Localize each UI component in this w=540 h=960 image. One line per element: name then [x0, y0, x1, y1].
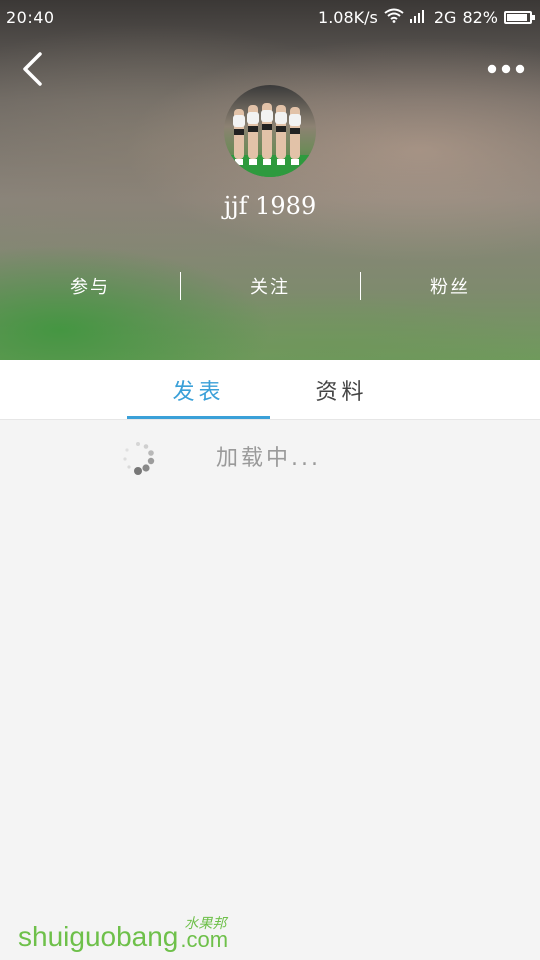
status-time: 20:40	[6, 8, 55, 27]
watermark-side: 水果邦 .com	[180, 909, 240, 953]
stat-following[interactable]: 关注	[180, 268, 360, 304]
battery-fill	[507, 14, 527, 21]
avatar[interactable]	[224, 85, 316, 177]
network-speed: 1.08K/s	[318, 8, 378, 27]
battery-percent: 82%	[462, 8, 498, 27]
tab-active-indicator	[127, 416, 270, 419]
battery-tip	[532, 15, 535, 20]
stat-followers[interactable]: 粉丝	[360, 268, 540, 304]
avatar-image	[224, 85, 316, 177]
stat-followers-label: 粉丝	[430, 277, 470, 298]
profile-tabs: 发表 资料	[0, 360, 540, 420]
more-dots-icon	[487, 64, 525, 74]
status-bar: 20:40 1.08K/s 2G 82%	[0, 0, 540, 36]
back-button[interactable]	[14, 48, 54, 90]
status-indicators: 1.08K/s 2G 82%	[318, 8, 535, 27]
watermark-main: shuiguobang	[18, 921, 179, 952]
loading-text: 加载中...	[216, 446, 321, 471]
stat-following-label: 关注	[250, 277, 290, 298]
stats-bar: 参与 关注 粉丝	[0, 268, 540, 304]
chevron-left-icon	[23, 52, 42, 86]
signal-icon	[409, 8, 428, 27]
loading-spinner-icon	[118, 438, 158, 478]
battery-icon	[504, 11, 535, 24]
username: jjf 1989	[223, 192, 317, 220]
wifi-icon	[384, 8, 404, 27]
stat-divider	[360, 272, 361, 300]
stat-divider	[180, 272, 181, 300]
stat-participate[interactable]: 参与	[0, 268, 180, 304]
loading-indicator: 加载中...	[0, 432, 540, 480]
profile-screen: 20:40 1.08K/s 2G 82% jjf 1989 参与 关注 粉丝 发…	[0, 0, 540, 960]
tab-profile[interactable]: 资料	[270, 360, 413, 420]
profile-header: 20:40 1.08K/s 2G 82% jjf 1989 参与 关注 粉丝	[0, 0, 540, 360]
watermark-com: .com	[180, 927, 229, 952]
stat-participate-label: 参与	[70, 277, 110, 298]
watermark: shuiguobang 水果邦 .com	[18, 905, 240, 953]
more-button[interactable]	[484, 56, 528, 82]
tab-posts[interactable]: 发表	[127, 360, 270, 420]
network-type: 2G	[433, 8, 457, 27]
